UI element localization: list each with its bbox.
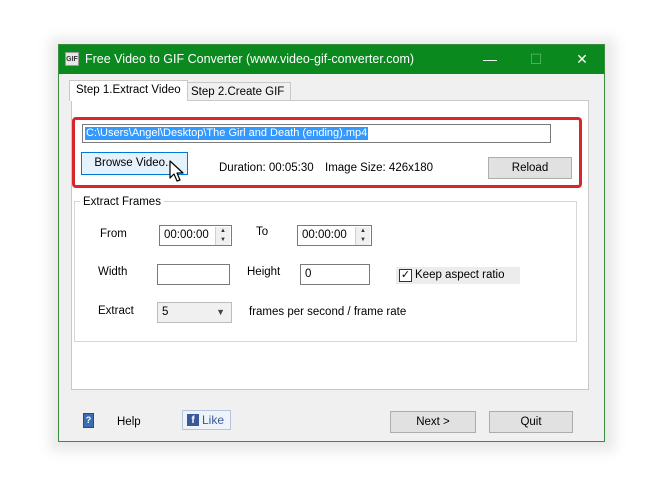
- extract-rate-value: 5: [162, 306, 169, 318]
- to-time-input[interactable]: 00:00:00 ▲ ▼: [297, 225, 372, 246]
- from-label: From: [100, 228, 127, 240]
- spin-up-icon[interactable]: ▲: [356, 227, 370, 236]
- from-time-spinner[interactable]: ▲ ▼: [215, 227, 230, 245]
- keep-aspect-ratio-label: Keep aspect ratio: [415, 269, 505, 281]
- extract-rate-select[interactable]: 5 ▼: [157, 302, 232, 323]
- maximize-icon[interactable]: ☐: [513, 45, 559, 74]
- tab-extract-video[interactable]: Step 1.Extract Video: [69, 80, 188, 101]
- width-input[interactable]: [157, 264, 230, 285]
- extract-frames-title: Extract Frames: [80, 196, 164, 208]
- to-time-spinner[interactable]: ▲ ▼: [355, 227, 370, 245]
- facebook-icon: f: [187, 414, 199, 426]
- app-window: GIF Free Video to GIF Converter (www.vid…: [58, 44, 605, 442]
- tab-create-gif[interactable]: Step 2.Create GIF: [184, 82, 292, 101]
- to-label: To: [256, 226, 269, 238]
- minimize-icon[interactable]: —: [467, 45, 513, 74]
- to-time-value: 00:00:00: [302, 229, 347, 241]
- quit-button[interactable]: Quit: [489, 411, 573, 433]
- next-button[interactable]: Next >: [390, 411, 476, 433]
- help-link[interactable]: Help: [117, 416, 141, 428]
- from-time-input[interactable]: 00:00:00 ▲ ▼: [159, 225, 232, 246]
- highlight-box: [72, 117, 582, 188]
- height-label: Height: [247, 266, 281, 278]
- width-label: Width: [98, 266, 128, 278]
- extract-label: Extract: [98, 305, 134, 317]
- help-icon[interactable]: ?: [83, 413, 94, 428]
- chevron-down-icon: ▼: [216, 307, 225, 317]
- spin-down-icon[interactable]: ▼: [216, 236, 230, 245]
- app-icon: GIF: [65, 52, 79, 66]
- height-input[interactable]: 0: [300, 264, 370, 285]
- mouse-pointer-icon: [169, 160, 184, 182]
- title-bar[interactable]: GIF Free Video to GIF Converter (www.vid…: [59, 45, 604, 74]
- keep-aspect-ratio-checkbox[interactable]: ✓ Keep aspect ratio: [396, 267, 520, 284]
- like-label: Like: [202, 413, 225, 427]
- frame-rate-label: frames per second / frame rate: [249, 306, 407, 318]
- close-icon[interactable]: ✕: [559, 45, 605, 74]
- from-time-value: 00:00:00: [164, 229, 209, 241]
- checkbox-check-icon[interactable]: ✓: [399, 269, 412, 282]
- window-title: Free Video to GIF Converter (www.video-g…: [85, 52, 415, 66]
- spin-up-icon[interactable]: ▲: [216, 227, 230, 236]
- spin-down-icon[interactable]: ▼: [356, 236, 370, 245]
- facebook-like-button[interactable]: f Like: [182, 410, 231, 430]
